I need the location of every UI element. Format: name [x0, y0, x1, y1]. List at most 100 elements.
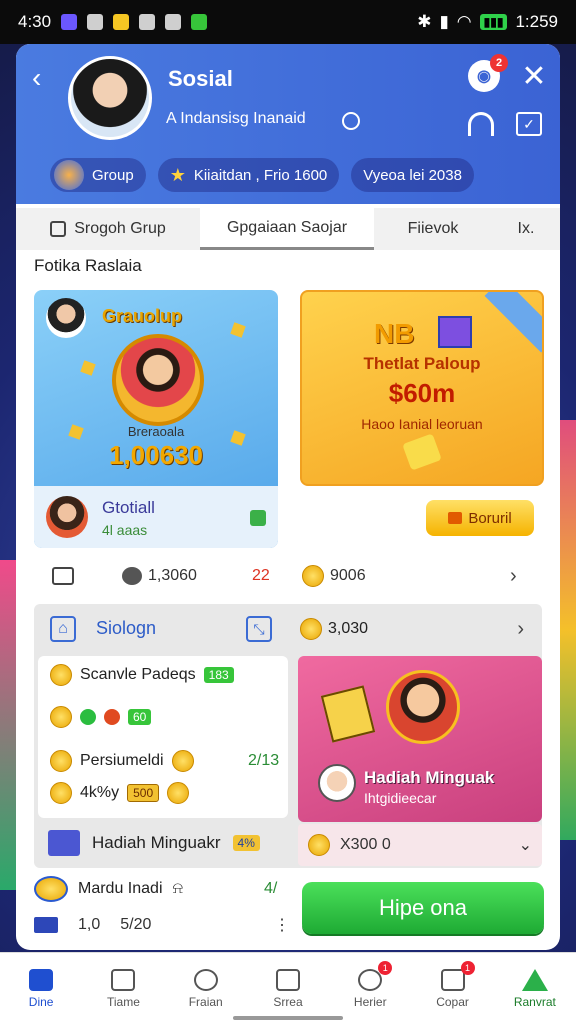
sync-notification-icon: [165, 14, 182, 30]
folder-icon: [52, 567, 74, 585]
reward-button[interactable]: Boruril: [426, 500, 534, 536]
nav-inbox-label: Copar: [436, 994, 469, 1009]
list-item[interactable]: Scanvle Padeqs 183: [50, 664, 234, 686]
group-promo-card[interactable]: Grauolup Breraoala 1,00630 Gtotiall 4l a…: [34, 290, 278, 548]
group-pill[interactable]: Group: [50, 158, 146, 192]
nav-store[interactable]: Srrea: [247, 953, 329, 1024]
page-title: Sosial: [168, 66, 233, 91]
nav-rank[interactable]: Ranvrat: [494, 953, 576, 1024]
chef-avatar: [318, 764, 356, 802]
nav-rank-label: Ranvrat: [513, 994, 556, 1009]
bluetooth-icon: ✱: [417, 12, 432, 31]
list-item-badge: 500: [127, 784, 160, 802]
home-icon: [29, 968, 54, 991]
more-options-icon[interactable]: ⋮: [274, 915, 290, 935]
nav-inbox[interactable]: 1 Copar: [411, 953, 493, 1024]
member-subtext: 4l aaas: [102, 522, 148, 538]
reward-amount: $60m: [388, 378, 456, 408]
character-illustration: [386, 670, 460, 744]
weekly-reward-subtitle: Ihtgidieecar: [364, 790, 437, 806]
bottom-summary-sub2: 5/20: [120, 916, 152, 933]
group-caption: Breraoala: [127, 424, 185, 439]
reward-title: Thetlat Paloup: [363, 354, 481, 373]
group-panel-coins-value: 3,030: [328, 620, 369, 637]
coins-stat[interactable]: 9006: [302, 565, 366, 587]
star-icon: ★: [169, 164, 186, 185]
red-dot-icon: [104, 709, 120, 725]
status-right-time: 1:259: [515, 12, 558, 31]
headset-icon[interactable]: [468, 112, 494, 136]
coin-icon: [300, 618, 322, 640]
group-amount: 1,00630: [109, 440, 203, 470]
status-bar: 4:30 ✱ ▮ ◠ ▮▮▮ 1:259: [0, 0, 576, 44]
social-panel: ‹ Sosial A Indansisg Inanaid ◉ 2 ✕ ✓ Gro…: [16, 44, 560, 950]
profile-avatar[interactable]: [68, 56, 152, 140]
member-name: Gtotiall: [102, 498, 155, 517]
coin-icon: [167, 782, 190, 804]
notification-badge: 2: [490, 54, 508, 72]
list-item-label: 4k%y: [80, 784, 120, 801]
group-avatar: [46, 298, 86, 338]
coin-bubble-icon: [34, 876, 68, 902]
nav-shop-label: Tiame: [106, 994, 140, 1009]
notification-button[interactable]: ◉ 2: [468, 54, 508, 92]
checkbox-icon[interactable]: ✓: [516, 112, 542, 136]
panel-header: ‹ Sosial A Indansisg Inanaid ◉ 2 ✕ ✓ Gro…: [16, 44, 560, 204]
gift-small-icon: [448, 512, 463, 524]
bottom-summary-label: Mardu Inadi: [78, 880, 163, 897]
hanger-icon: ⌂: [50, 616, 76, 642]
chevron-right-icon[interactable]: ›: [517, 618, 524, 641]
coin-icon: [402, 433, 442, 471]
list-item[interactable]: 60: [50, 706, 152, 728]
rank-pill[interactable]: ★ Kiiaitdan , Frio 1600: [157, 158, 340, 192]
folder-button[interactable]: [52, 567, 74, 585]
bottom-summary-main[interactable]: Mardu Inadi ⍾ 4/: [34, 876, 277, 902]
nav-store-label: Srrea: [273, 994, 303, 1009]
coin-icon: [302, 565, 324, 587]
group-icon: [54, 160, 84, 190]
comments-stat[interactable]: 1,3060: [122, 567, 197, 585]
weekly-reward-label: Hadiah Minguakr: [92, 833, 221, 852]
date-pill[interactable]: Vyeoa lei 2038: [351, 158, 474, 192]
chevron-down-icon: ⌄: [518, 837, 532, 854]
coin-icon: [50, 664, 72, 686]
tab-feed-label: Fiievok: [407, 220, 459, 237]
nav-shop[interactable]: Tiame: [82, 953, 164, 1024]
list-item[interactable]: 4k%y 500: [50, 782, 190, 804]
reward-amount-dropdown[interactable]: X300 0 ⌄: [298, 824, 542, 866]
rank-pill-label: Kiiaitdan , Frio 1600: [193, 166, 328, 184]
treasure-box-icon: [48, 830, 80, 856]
primary-action-button[interactable]: Hipe ona: [302, 882, 544, 934]
section-title: Fotika Raslaia: [34, 256, 142, 275]
coin-icon: [50, 706, 72, 728]
back-icon[interactable]: ‹: [32, 62, 41, 94]
chevron-right-icon[interactable]: ›: [510, 565, 517, 588]
weekly-reward-row[interactable]: Hadiah Minguakr 4%: [34, 820, 298, 866]
group-card-footer[interactable]: Gtotiall 4l aaas: [34, 486, 278, 548]
hero-illustration: [112, 334, 204, 426]
tab-activity[interactable]: Gpgaiaan Saojar: [200, 208, 374, 250]
nav-badge: 1: [460, 961, 475, 975]
tab-group[interactable]: Srogoh Grup: [16, 208, 200, 250]
expand-icon[interactable]: ⤡: [246, 616, 272, 642]
list-item[interactable]: Persiumeldi 2/13: [50, 750, 290, 772]
nav-hearts[interactable]: 1 Herier: [329, 953, 411, 1024]
group-list: Scanvle Padeqs 183 60 Persiumeldi 2/13 4…: [38, 656, 288, 818]
house-icon: [111, 968, 136, 991]
status-time: 4:30: [18, 12, 52, 31]
red-stat: 22: [252, 567, 270, 584]
nav-friends[interactable]: Fraian: [165, 953, 247, 1024]
profile-subtitle: A Indansisg Inanaid: [166, 110, 306, 127]
close-icon[interactable]: ✕: [518, 60, 550, 93]
reward-promo-card[interactable]: NB Thetlat Paloup $60m Haoo Ianial leoru…: [300, 290, 544, 486]
group-panel-header[interactable]: ⌂ Siologn ⤡ 3,030 ›: [34, 604, 542, 654]
tab-more[interactable]: Ix.: [492, 208, 560, 250]
nav-hearts-label: Herier: [353, 994, 387, 1009]
group-pill-label: Group: [92, 166, 134, 184]
nav-home[interactable]: Dine: [0, 953, 82, 1024]
tab-more-label: Ix.: [517, 220, 535, 237]
message-notification-icon: [87, 14, 104, 30]
tab-feed[interactable]: Fiievok: [374, 208, 492, 250]
weekly-reward-card[interactable]: Hadiah Minguak Ihtgidieecar: [298, 656, 542, 822]
tab-group-label: Srogoh Grup: [74, 220, 166, 237]
